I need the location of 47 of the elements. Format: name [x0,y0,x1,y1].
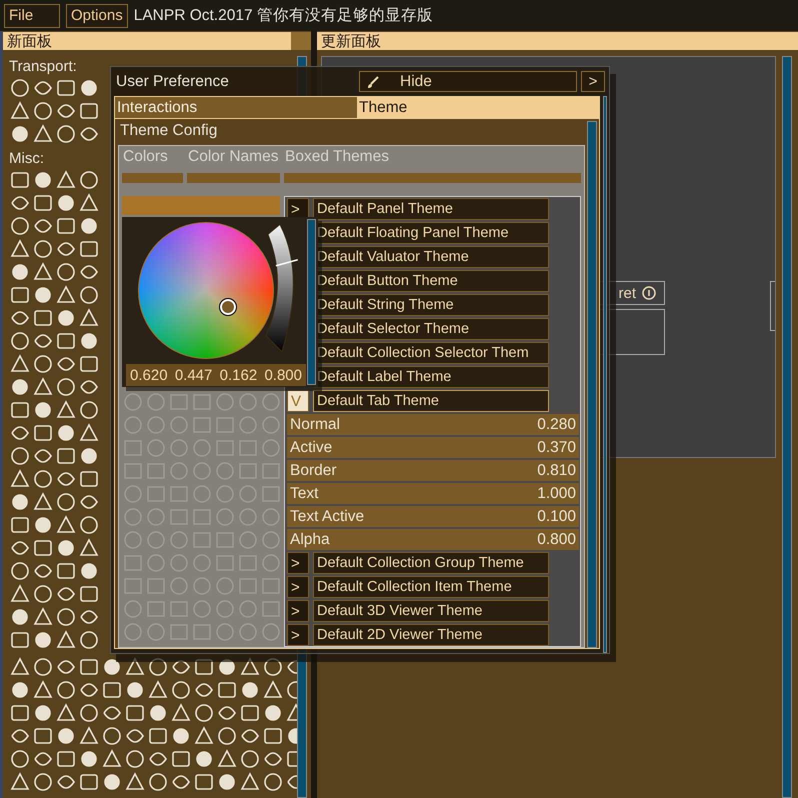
scrollbar[interactable] [307,219,316,385]
app-title: LANPR Oct.2017 管你有没有足够的显存版 [134,6,433,26]
theme-item[interactable]: Default Collection Item Theme [313,576,549,598]
expander-toggle[interactable]: > [287,624,309,646]
node-label: ret [618,284,636,302]
window-title: User Preference [116,72,230,90]
property-field[interactable]: Text Active 0.100 [287,506,579,527]
theme-item[interactable]: Default Label Theme [313,366,549,388]
info-icon [642,286,656,300]
property-field[interactable]: Active 0.370 [287,437,579,458]
menu-button[interactable]: File [4,4,60,28]
panel-title: 新面板 [6,32,52,50]
expander-toggle[interactable]: > [287,576,309,598]
tab[interactable]: Theme [357,97,599,118]
scrollbar[interactable] [782,56,792,798]
scrollbar[interactable] [587,121,597,648]
more-button[interactable]: > [581,71,605,92]
theme-item[interactable]: Default 3D Viewer Theme [313,600,549,622]
scrollbar[interactable] [603,96,607,653]
theme-item[interactable]: Default Panel Theme [313,198,549,220]
property-field[interactable]: Normal 0.280 [287,414,579,435]
theme-item[interactable]: Default Collection Group Theme [313,552,549,574]
color-value[interactable]: 0.162 [220,366,258,384]
color-value[interactable]: 0.800 [264,366,302,384]
theme-item[interactable]: Default 2D Viewer Theme [313,624,549,646]
panel-grip[interactable] [291,32,311,50]
expander-toggle[interactable]: > [287,600,309,622]
section-label: Misc: [9,150,44,167]
theme-item[interactable]: Default Tab Theme [313,390,549,412]
panel-title: 更新面板 [320,32,381,50]
color-value[interactable]: 0.620 [130,366,168,384]
section-label: Transport: [9,58,77,75]
brush-icon [366,74,380,88]
hide-button[interactable]: Hide [359,71,577,92]
color-marker[interactable] [220,299,236,315]
tab[interactable]: Interactions [115,97,357,118]
color-value[interactable]: 0.447 [174,366,212,384]
property-field[interactable]: Text 1.000 [287,483,579,504]
node-box[interactable] [770,281,775,331]
color-swatch[interactable] [122,196,280,215]
expander-toggle[interactable]: > [287,552,309,574]
expander-toggle[interactable]: V [287,390,309,412]
property-field[interactable]: Border 0.810 [287,460,579,481]
menu-button[interactable]: Options [66,4,128,28]
section-title: Theme Config [119,122,218,141]
slider-handle[interactable] [276,259,298,266]
property-field[interactable]: Alpha 0.800 [287,529,579,550]
